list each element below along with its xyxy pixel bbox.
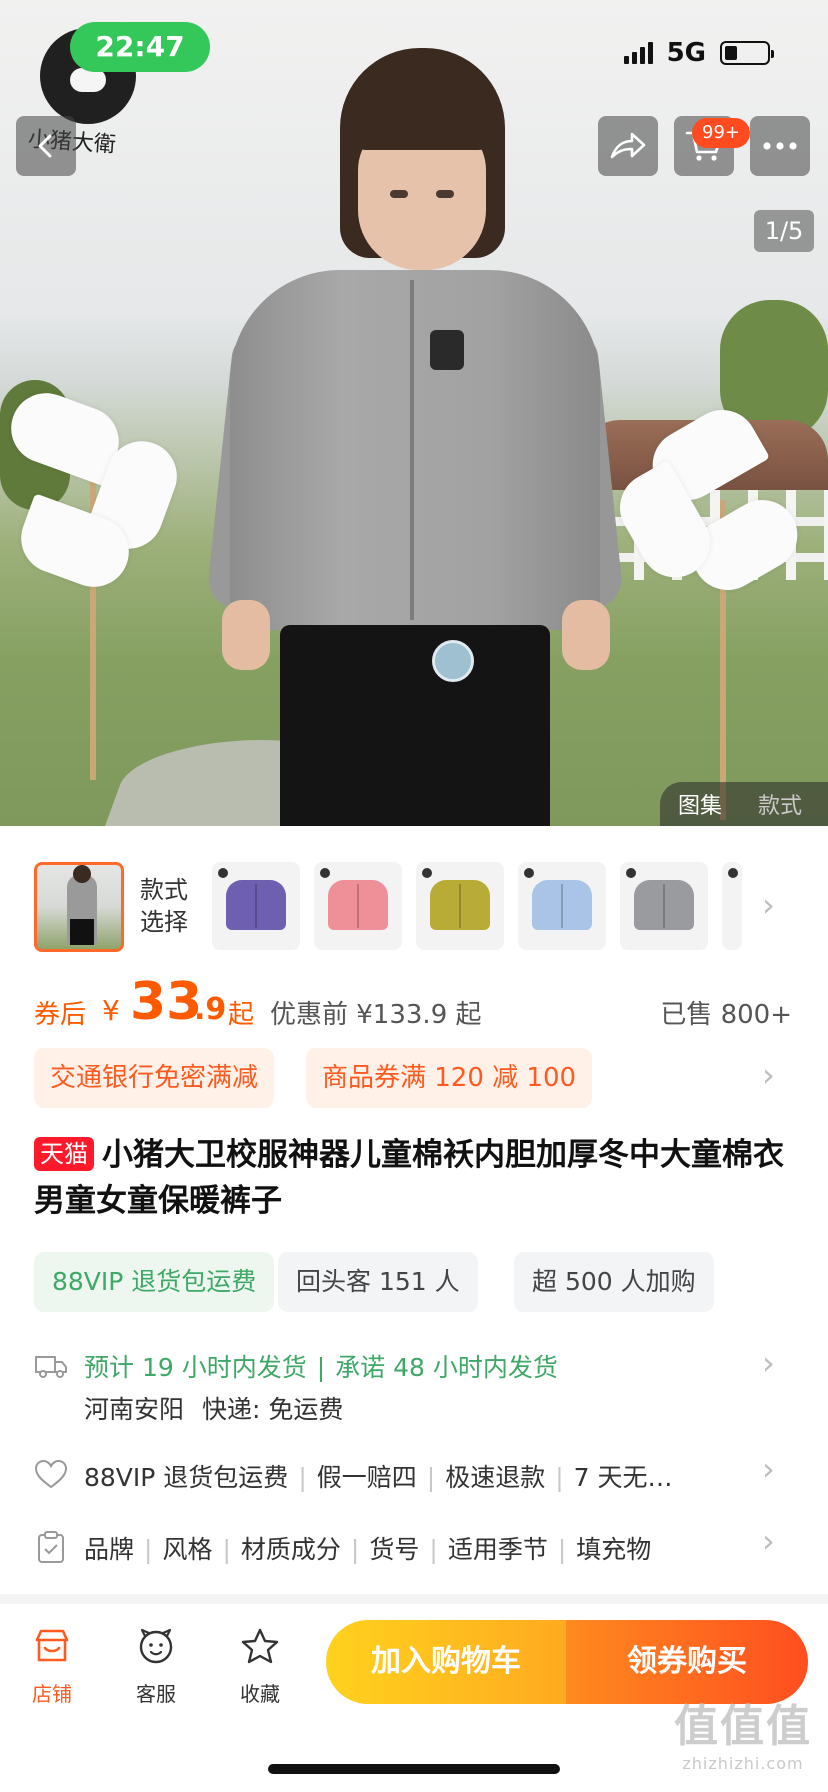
variant-swatch[interactable] [212, 862, 300, 950]
param-item: 适用季节 [447, 1535, 548, 1564]
origin-text: 河南安阳 [84, 1395, 185, 1424]
params-list: 品牌 | 风格 | 材质成分 | 货号 | 适用季节 | 填充物 [84, 1535, 652, 1564]
params-row[interactable]: 品牌 | 风格 | 材质成分 | 货号 | 适用季节 | 填充物 › [34, 1522, 794, 1570]
variant-thumb-selected[interactable] [34, 862, 124, 952]
express-fee-text: 快递: 免运费 [202, 1395, 344, 1424]
network-type: 5G [666, 38, 706, 68]
param-item: 风格 [162, 1535, 213, 1564]
site-watermark: 值值值 zhizhizhi.com [668, 1690, 818, 1773]
watermark-main: 值值值 [674, 1701, 812, 1752]
share-button[interactable] [598, 116, 658, 176]
status-indicators: 5G [623, 38, 774, 68]
more-button[interactable] [750, 116, 810, 176]
variant-swatch[interactable] [416, 862, 504, 950]
battery-icon [720, 41, 774, 65]
home-indicator[interactable] [268, 1764, 560, 1774]
chevron-right-icon[interactable]: › [762, 1522, 775, 1560]
promo-chip[interactable]: 交通银行免密满减 [34, 1048, 275, 1108]
param-item: 填充物 [576, 1535, 652, 1564]
customer-service-label: 客服 [136, 1682, 176, 1706]
price-currency: ¥ [102, 994, 120, 1027]
variant-selector: 款式选择 › [0, 858, 828, 958]
model-boy [205, 40, 625, 826]
param-item: 货号 [369, 1535, 420, 1564]
product-page: 小猪大衛 22:47 5G 99+ 1/5 图集 款式 [0, 0, 828, 1792]
back-button[interactable] [16, 116, 76, 176]
customer-service-button[interactable]: 客服 [116, 1626, 196, 1707]
heart-icon [34, 1459, 68, 1489]
section-divider [0, 1594, 828, 1604]
signal-icon [623, 42, 653, 64]
favorite-label: 收藏 [240, 1682, 280, 1706]
variant-label[interactable]: 款式选择 [140, 874, 200, 938]
sold-count: 已售 800+ [660, 1000, 792, 1030]
guarantee-row[interactable]: 88VIP 退货包运费 | 假一赔四 | 极速退款 | 7 天无… › [34, 1450, 794, 1498]
tab-gallery[interactable]: 图集 [678, 788, 722, 820]
tag-added-to-cart: 超 500 人加购 [514, 1252, 714, 1312]
chevron-left-icon [38, 134, 52, 158]
price-integer: 33 [130, 972, 203, 1032]
original-price: 优惠前 ¥133.9 起 [270, 1000, 482, 1030]
product-title: 天猫 小猪大卫校服神器儿童棉袄内胆加厚冬中大童棉衣男童女童保暖裤子 [34, 1132, 794, 1224]
promo-row[interactable]: 交通银行免密满减 商品券满 120 减 100 › [34, 1048, 794, 1110]
shipping-promise-text: 承诺 48 小时内发货 [335, 1353, 558, 1382]
variant-swatch[interactable] [518, 862, 606, 950]
guarantee-item: 88VIP 退货包运费 [84, 1463, 289, 1492]
shipping-estimate-text: 预计 19 小时内发货 [84, 1353, 307, 1382]
watermark-sub: zhizhizhi.com [682, 1754, 804, 1773]
tmall-badge: 天猫 [34, 1137, 94, 1171]
chevron-right-icon[interactable]: › [762, 1344, 775, 1382]
more-icon [763, 142, 797, 150]
guarantee-list: 88VIP 退货包运费 | 假一赔四 | 极速退款 | 7 天无… [84, 1463, 673, 1492]
tag-vip: 88VIP 退货包运费 [34, 1252, 275, 1312]
cart-count-badge: 99+ [692, 118, 750, 148]
chevron-right-icon[interactable]: › [762, 1450, 775, 1488]
tab-styles[interactable]: 款式 [758, 788, 802, 820]
guarantee-item: 7 天无… [573, 1463, 673, 1492]
variant-swatch-partial[interactable] [722, 862, 742, 950]
price-decimal: .9 [194, 992, 227, 1027]
chevron-right-icon[interactable]: › [762, 1056, 775, 1094]
price-prefix: 券后 [34, 1000, 87, 1030]
customer-service-icon [139, 1628, 173, 1664]
chevron-right-icon[interactable]: › [762, 886, 775, 924]
guarantee-item: 假一赔四 [316, 1463, 417, 1492]
variant-swatch[interactable] [620, 862, 708, 950]
shipping-row[interactable]: 预计 19 小时内发货 | 承诺 48 小时内发货 河南安阳 快递: 免运费 › [34, 1344, 794, 1434]
tag-row: 88VIP 退货包运费 回头客 151 人 超 500 人加购 [34, 1252, 794, 1314]
gallery-tabs: 图集 款式 [660, 782, 828, 826]
shipping-origin: 河南安阳 快递: 免运费 [84, 1390, 343, 1426]
clipboard-icon [38, 1531, 64, 1563]
param-item: 品牌 [84, 1535, 135, 1564]
param-item: 材质成分 [240, 1535, 341, 1564]
tag-repeat-buyers: 回头客 151 人 [278, 1252, 478, 1312]
promo-chip[interactable]: 商品券满 120 减 100 [306, 1048, 593, 1108]
favorite-button[interactable]: 收藏 [220, 1626, 300, 1707]
price-suffix: 起 [228, 1000, 255, 1030]
variant-swatch[interactable] [314, 862, 402, 950]
star-icon [241, 1628, 279, 1664]
truck-icon [35, 1356, 67, 1378]
share-icon [610, 132, 646, 159]
guarantee-item: 极速退款 [445, 1463, 546, 1492]
shipping-estimate: 预计 19 小时内发货 | 承诺 48 小时内发货 [84, 1353, 558, 1382]
store-label: 店铺 [32, 1682, 72, 1706]
image-counter: 1/5 [754, 210, 814, 252]
product-title-text: 小猪大卫校服神器儿童棉袄内胆加厚冬中大童棉衣男童女童保暖裤子 [34, 1137, 784, 1219]
store-button[interactable]: 店铺 [12, 1626, 92, 1707]
status-time: 22:47 [70, 22, 210, 72]
price-row: 券后 ¥ 33 .9 起 优惠前 ¥133.9 起 已售 800+ [34, 972, 794, 1034]
add-to-cart-button[interactable]: 加入购物车 [326, 1620, 566, 1704]
store-icon [35, 1629, 69, 1662]
